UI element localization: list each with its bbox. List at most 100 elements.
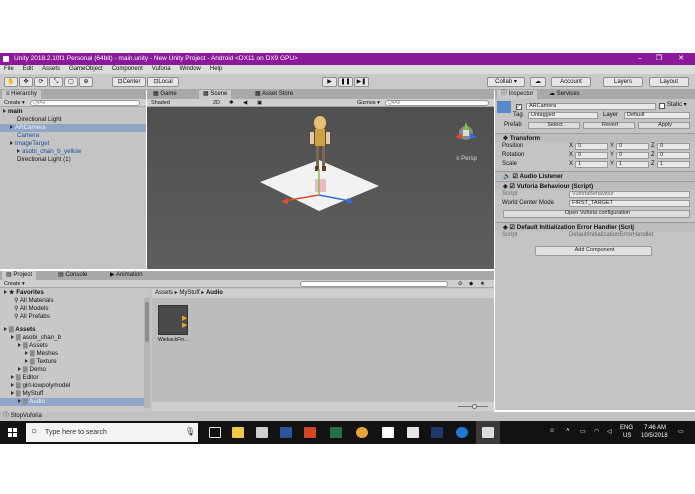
file-explorer-icon[interactable]: [232, 427, 244, 438]
network-icon[interactable]: ▭: [580, 428, 586, 435]
menu-file[interactable]: File: [0, 65, 19, 74]
rect-tool-button[interactable]: ▢: [64, 77, 78, 87]
cloud-button[interactable]: ☁: [530, 77, 546, 87]
clock-time[interactable]: 7:46 AM: [644, 425, 666, 431]
menu-help[interactable]: Help: [206, 65, 227, 74]
audio-listener-header[interactable]: 🔊 ☑ Audio Listener: [495, 171, 695, 180]
step-button[interactable]: ▶❚: [354, 77, 369, 87]
audio-asset-tile[interactable]: ▶ ▶ WiebackFin...: [158, 305, 190, 345]
minimize-button[interactable]: –: [632, 53, 648, 65]
powerpoint-icon[interactable]: [304, 427, 316, 438]
prefab-apply-button[interactable]: Apply: [638, 122, 690, 129]
mode-2d-toggle[interactable]: 2D: [213, 99, 220, 107]
tab-console[interactable]: ▤ Console: [54, 271, 91, 280]
scene-view-svg[interactable]: ≡ Persp: [147, 107, 494, 269]
hand-tool-button[interactable]: ✋: [4, 77, 18, 87]
layout-button[interactable]: Layout: [649, 77, 689, 87]
hierarchy-search-input[interactable]: Q▾All: [30, 100, 140, 106]
lighting-toggle-icon[interactable]: ✱: [229, 99, 234, 107]
unity-taskbar-button[interactable]: [476, 421, 500, 444]
expand-icon[interactable]: [11, 391, 14, 396]
scene-persp-label[interactable]: ≡ Persp: [456, 156, 478, 162]
project-scrollbar[interactable]: [144, 298, 150, 408]
project-folder-item[interactable]: ▇ asobi_chan_b: [0, 334, 146, 342]
transform-y-input[interactable]: 0: [616, 143, 649, 150]
effects-dropdown-icon[interactable]: ▣: [257, 99, 262, 107]
tab-game[interactable]: ▦ Game: [149, 90, 181, 99]
input-language[interactable]: ENG: [620, 425, 633, 431]
transform-tool-button[interactable]: ⊕: [79, 77, 93, 87]
tag-dropdown[interactable]: Untagged: [528, 112, 598, 119]
project-search-input[interactable]: [300, 281, 448, 287]
object-name-input[interactable]: ARCamera: [526, 103, 656, 110]
taskbar-search-box[interactable]: ○ Type here to search 🎙: [26, 423, 198, 442]
word-icon[interactable]: [280, 427, 292, 438]
hierarchy-create-button[interactable]: Create ▾: [4, 99, 25, 107]
collab-button[interactable]: Collab ▾: [487, 77, 525, 87]
open-vuforia-config-button[interactable]: Open Vuforia configuration: [503, 210, 690, 218]
hierarchy-item[interactable]: Camera: [0, 132, 146, 140]
breadcrumb-assets[interactable]: Assets: [155, 290, 173, 296]
vuforia-behaviour-checkbox[interactable]: ☑: [509, 183, 516, 190]
close-button[interactable]: ✕: [673, 53, 689, 65]
store-icon[interactable]: [256, 427, 268, 438]
scale-tool-button[interactable]: ⤡: [49, 77, 63, 87]
static-dropdown[interactable]: Static ▾: [667, 101, 687, 110]
project-folder-item[interactable]: ▇ Meshes: [0, 350, 146, 358]
project-folder-item[interactable]: ▇ girl-lowpolymodel: [0, 382, 146, 390]
clock-date[interactable]: 10/5/2018: [641, 433, 668, 439]
volume-icon[interactable]: ◁: [607, 428, 612, 435]
task-view-icon[interactable]: [209, 427, 221, 438]
transform-x-input[interactable]: 0: [575, 152, 608, 159]
expand-icon[interactable]: [18, 399, 21, 404]
filter-type-icon[interactable]: ⊘: [458, 280, 463, 288]
favorite-item[interactable]: ⚲ All Materials: [0, 297, 146, 305]
pivot-local-button[interactable]: ⊡Local: [147, 77, 179, 87]
move-tool-button[interactable]: ✥: [19, 77, 33, 87]
scene-viewport[interactable]: ≡ Persp: [147, 107, 494, 269]
audio-toggle-icon[interactable]: ◀: [243, 99, 247, 107]
expand-icon[interactable]: [17, 149, 20, 154]
pause-button[interactable]: ❚❚: [338, 77, 353, 87]
slider-handle[interactable]: [472, 404, 477, 409]
maximize-button[interactable]: ❐: [651, 53, 667, 65]
mail-icon[interactable]: [407, 427, 419, 438]
breadcrumb-audio[interactable]: Audio: [206, 290, 223, 296]
prefab-revert-button[interactable]: Revert: [583, 122, 635, 129]
hierarchy-item[interactable]: ARCamera: [0, 124, 146, 132]
input-region[interactable]: US: [623, 433, 631, 439]
play-button[interactable]: ▶: [322, 77, 337, 87]
favorites-header[interactable]: ★ Favorites: [0, 289, 146, 297]
windows-start-icon[interactable]: [8, 428, 18, 438]
hierarchy-item[interactable]: Directional Light (1): [0, 156, 146, 164]
expand-icon[interactable]: [10, 125, 13, 130]
gizmos-dropdown[interactable]: Gizmos ▾: [357, 99, 380, 107]
menu-vuforia[interactable]: Vuforia: [148, 65, 176, 74]
layers-button[interactable]: Layers: [603, 77, 643, 87]
transform-z-input[interactable]: 0: [657, 143, 690, 150]
assets-root[interactable]: ▇ Assets: [0, 326, 146, 334]
expand-icon[interactable]: [18, 367, 21, 372]
tab-asset-store[interactable]: ▦ Asset Store: [251, 90, 297, 99]
hierarchy-item[interactable]: asobi_chan_b_yellow: [0, 148, 146, 156]
expand-icon[interactable]: [25, 351, 28, 356]
tab-scene[interactable]: ▦ Scene: [199, 90, 232, 99]
filter-label-icon[interactable]: ◆: [469, 280, 473, 288]
expand-icon[interactable]: [3, 109, 6, 114]
project-scroll-thumb[interactable]: [145, 302, 149, 342]
transform-header[interactable]: ✥ Transform: [495, 133, 695, 142]
expand-icon[interactable]: [10, 141, 13, 146]
microphone-icon[interactable]: 🎙: [185, 427, 195, 436]
transform-y-input[interactable]: 0: [616, 152, 649, 159]
scene-search-input[interactable]: Q▾All: [385, 100, 489, 106]
menu-window[interactable]: Window: [176, 65, 206, 74]
error-handler-header[interactable]: ◈ ☑ Default Initialization Error Handler…: [495, 222, 695, 231]
add-component-button[interactable]: Add Component: [535, 246, 652, 256]
error-handler-checkbox[interactable]: ☑: [509, 224, 516, 231]
tab-hierarchy[interactable]: ≡ Hierarchy: [2, 90, 41, 99]
notifications-icon[interactable]: ▭: [678, 428, 684, 435]
people-icon[interactable]: ☺: [549, 428, 555, 434]
tab-animation[interactable]: ▶ Animation: [106, 271, 147, 280]
prefab-select-button[interactable]: Select: [528, 122, 580, 129]
menu-component[interactable]: Component: [108, 65, 148, 74]
